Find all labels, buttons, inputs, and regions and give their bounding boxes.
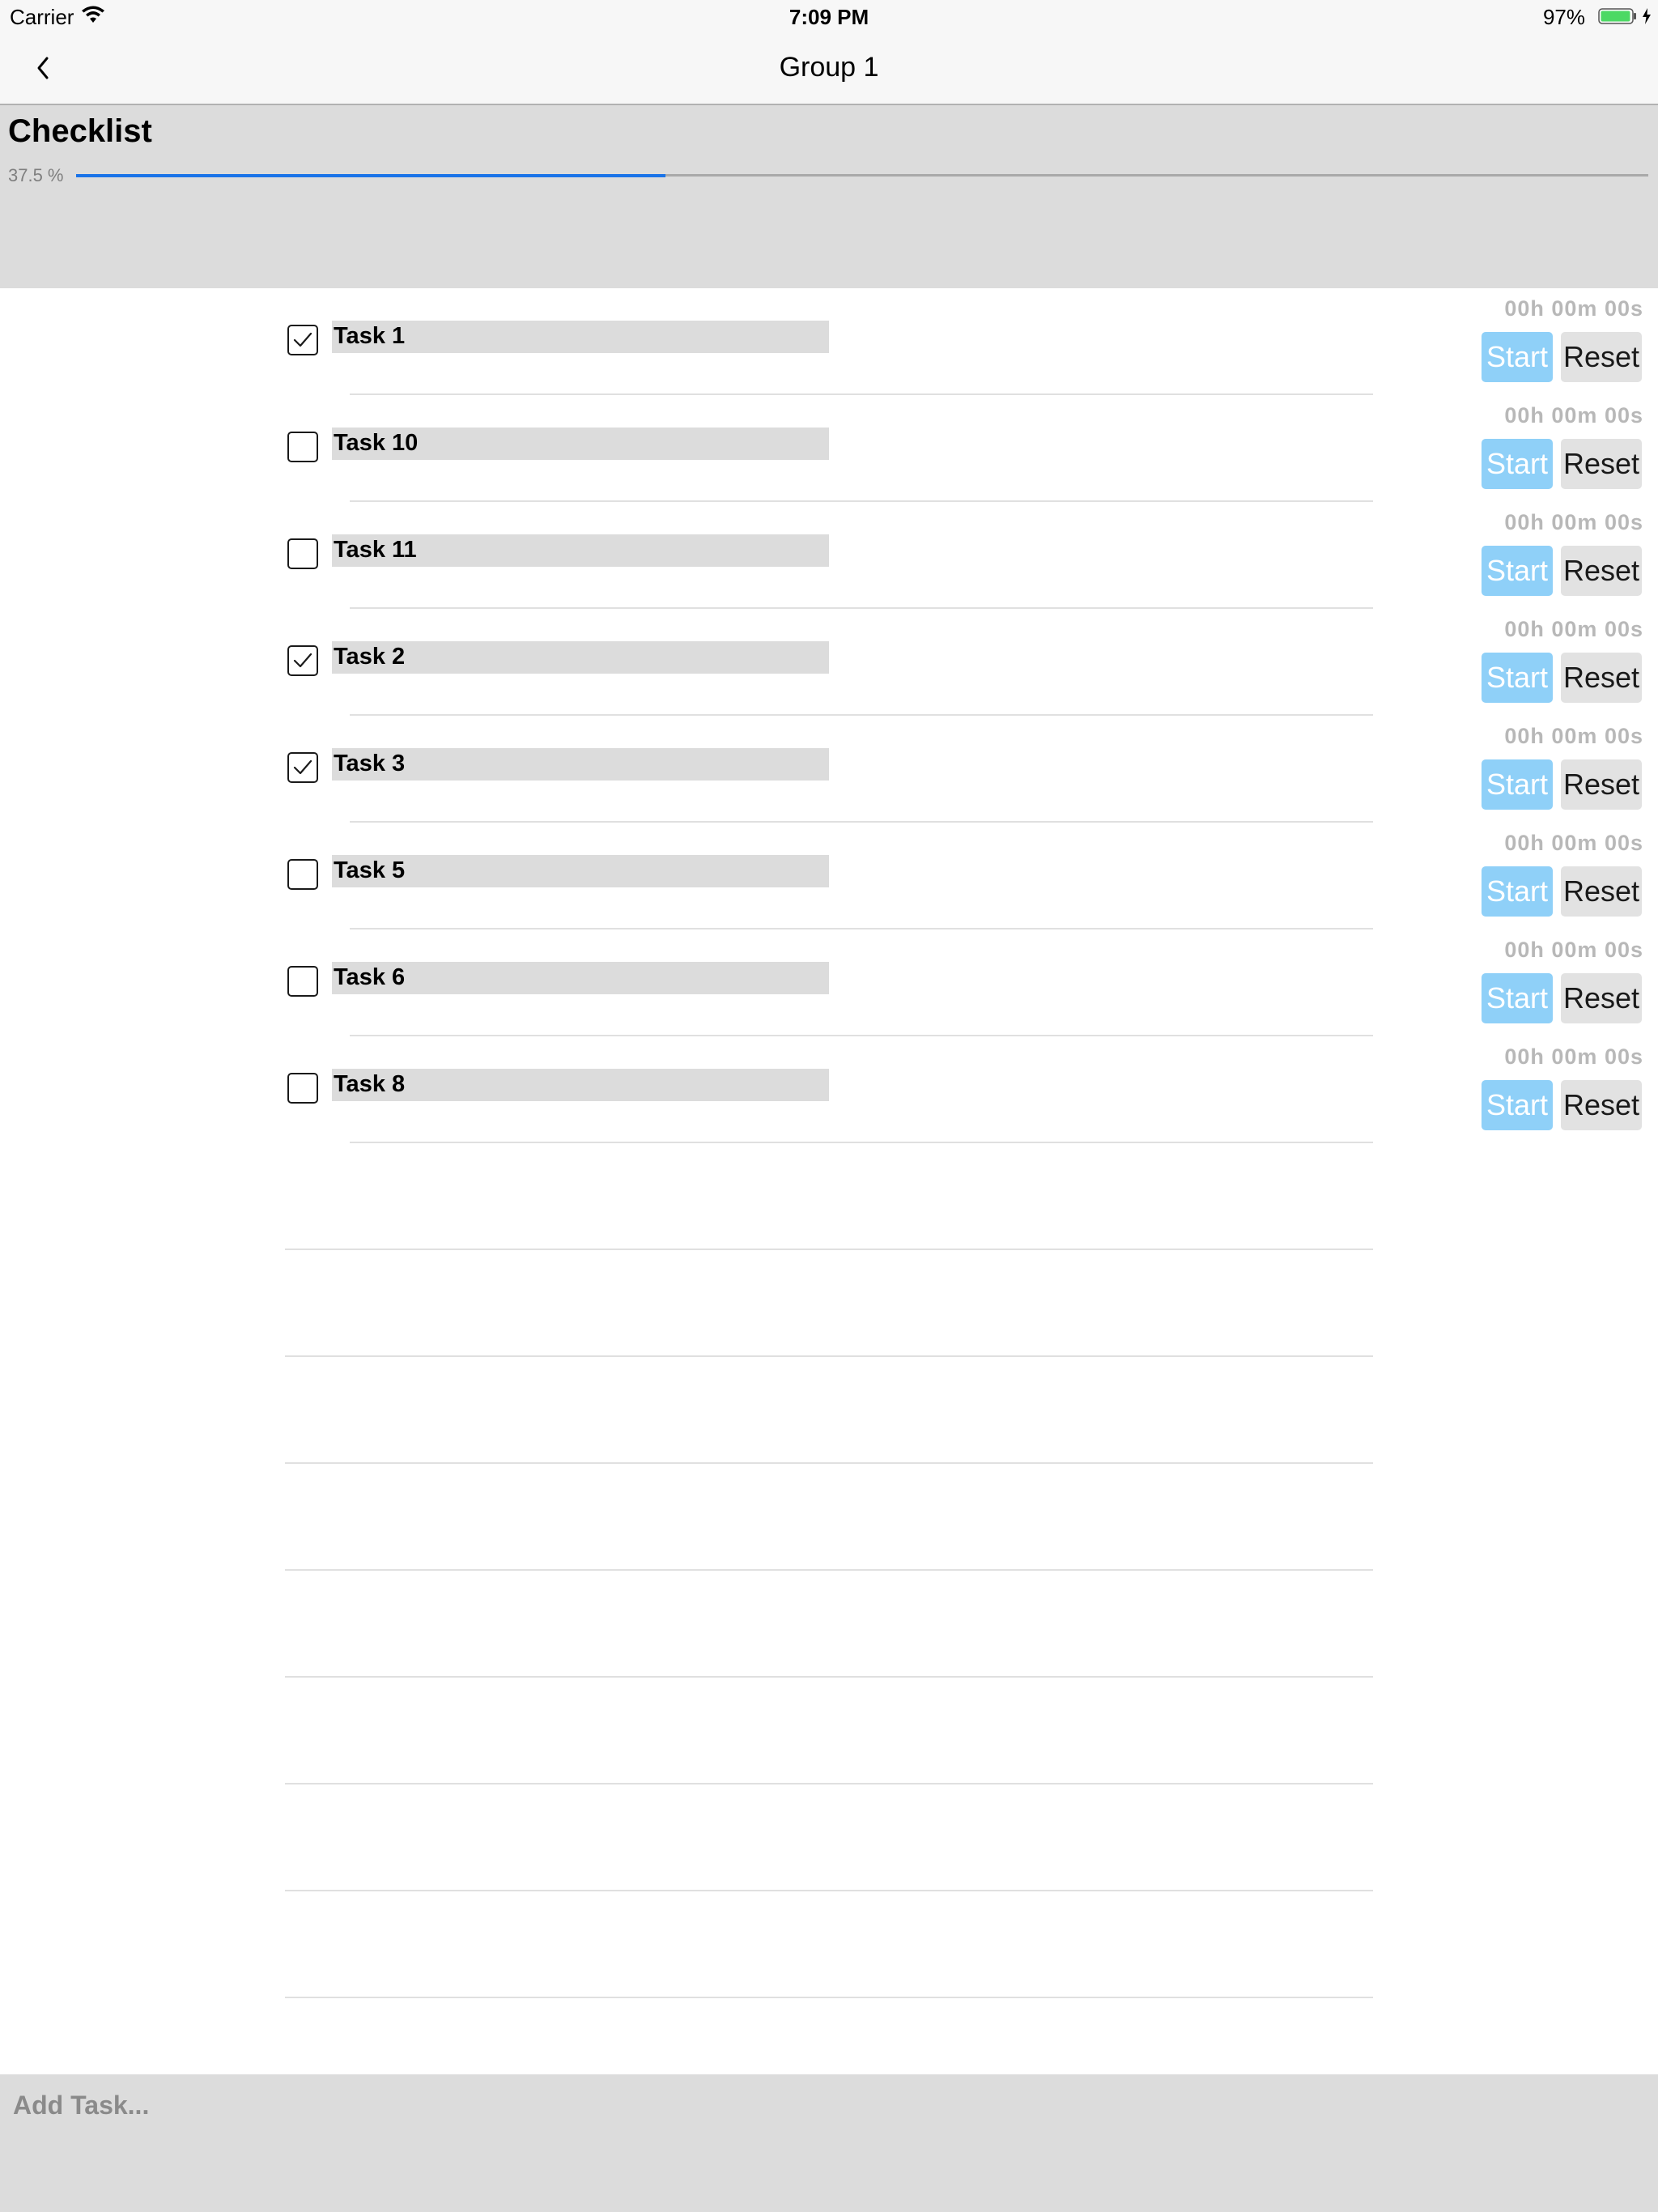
add-task-bar[interactable]: Add Task... [0, 2074, 1658, 2212]
progress-fill [76, 174, 666, 177]
checklist-title: Checklist [8, 113, 152, 149]
reset-button[interactable]: Reset [1561, 1080, 1642, 1130]
battery-percent: 97% [1542, 5, 1585, 29]
navigation-bar: Group 1 [0, 32, 1658, 105]
empty-rows [0, 1143, 1658, 1998]
start-button[interactable]: Start [1482, 653, 1553, 703]
task-checkbox[interactable] [287, 752, 318, 783]
task-timer: 00h 00m 00s [1504, 1044, 1643, 1069]
task-row[interactable]: Task 8 00h 00m 00s Start Reset [0, 1036, 1658, 1143]
start-button[interactable]: Start [1482, 973, 1553, 1023]
task-name[interactable]: Task 10 [332, 428, 829, 460]
empty-row [0, 1571, 1658, 1678]
page-title: Group 1 [779, 52, 879, 83]
row-separator [285, 1997, 1373, 1998]
task-checkbox[interactable] [287, 1073, 318, 1104]
status-bar: Carrier 7:09 PM 97% [0, 0, 1658, 32]
start-button[interactable]: Start [1482, 546, 1553, 596]
reset-button[interactable]: Reset [1561, 332, 1642, 382]
task-checkbox[interactable] [287, 966, 318, 997]
task-name[interactable]: Task 6 [332, 962, 829, 994]
task-timer: 00h 00m 00s [1504, 831, 1643, 855]
progress-bar [76, 174, 1648, 177]
start-button[interactable]: Start [1482, 439, 1553, 489]
empty-row [0, 1784, 1658, 1891]
checklist-header: Checklist 37.5 % [0, 105, 1658, 288]
task-name[interactable]: Task 5 [332, 855, 829, 887]
task-timer: 00h 00m 00s [1504, 510, 1643, 534]
task-name[interactable]: Task 1 [332, 321, 829, 353]
empty-row [0, 1891, 1658, 1998]
reset-button[interactable]: Reset [1561, 546, 1642, 596]
task-name[interactable]: Task 2 [332, 641, 829, 674]
start-button[interactable]: Start [1482, 332, 1553, 382]
task-name[interactable]: Task 3 [332, 748, 829, 781]
reset-button[interactable]: Reset [1561, 653, 1642, 703]
task-row[interactable]: Task 6 00h 00m 00s Start Reset [0, 929, 1658, 1036]
task-timer: 00h 00m 00s [1504, 296, 1643, 321]
empty-row [0, 1143, 1658, 1250]
empty-row [0, 1464, 1658, 1571]
progress-label: 37.5 % [8, 165, 64, 185]
task-row[interactable]: Task 1 00h 00m 00s Start Reset [0, 288, 1658, 395]
task-checkbox[interactable] [287, 645, 318, 676]
task-checkbox[interactable] [287, 859, 318, 890]
reset-button[interactable]: Reset [1561, 973, 1642, 1023]
start-button[interactable]: Start [1482, 759, 1553, 810]
task-row[interactable]: Task 10 00h 00m 00s Start Reset [0, 395, 1658, 502]
task-row[interactable]: Task 2 00h 00m 00s Start Reset [0, 609, 1658, 716]
task-checkbox[interactable] [287, 432, 318, 462]
task-list: Task 1 00h 00m 00s Start Reset Task 10 00h 00… [0, 288, 1658, 1143]
task-timer: 00h 00m 00s [1504, 617, 1643, 641]
start-button[interactable]: Start [1482, 866, 1553, 917]
task-name[interactable]: Task 11 [332, 534, 829, 567]
charging-icon [1643, 8, 1651, 24]
checkmark-icon [293, 332, 312, 347]
reset-button[interactable]: Reset [1561, 759, 1642, 810]
empty-row [0, 1357, 1658, 1464]
checkmark-icon [293, 653, 312, 668]
clock: 7:09 PM [789, 5, 869, 29]
reset-button[interactable]: Reset [1561, 866, 1642, 917]
checkmark-icon [293, 759, 312, 775]
task-name[interactable]: Task 8 [332, 1069, 829, 1101]
task-timer: 00h 00m 00s [1504, 724, 1643, 748]
empty-row [0, 1250, 1658, 1357]
task-row[interactable]: Task 11 00h 00m 00s Start Reset [0, 502, 1658, 609]
task-timer: 00h 00m 00s [1504, 403, 1643, 428]
empty-row [0, 1678, 1658, 1784]
task-checkbox[interactable] [287, 538, 318, 569]
battery-icon [1598, 8, 1636, 24]
task-row[interactable]: Task 3 00h 00m 00s Start Reset [0, 716, 1658, 823]
reset-button[interactable]: Reset [1561, 439, 1642, 489]
task-checkbox[interactable] [287, 325, 318, 355]
task-timer: 00h 00m 00s [1504, 938, 1643, 962]
add-task-input[interactable]: Add Task... [13, 2091, 149, 2121]
task-row[interactable]: Task 5 00h 00m 00s Start Reset [0, 823, 1658, 929]
start-button[interactable]: Start [1482, 1080, 1553, 1130]
